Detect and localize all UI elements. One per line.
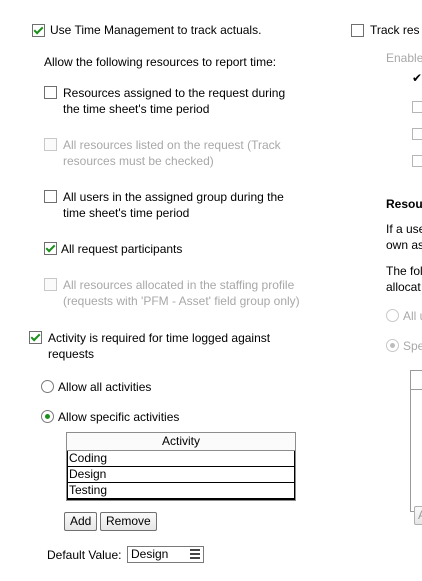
all-resources-allocated-label-line2: (requests with 'PFM - Asset' field group… — [63, 294, 300, 308]
all-users-assigned-group-checkbox[interactable] — [44, 190, 57, 203]
right-table-header-divider — [411, 389, 422, 390]
right-radio-all — [386, 309, 399, 322]
allow-specific-activities-label: Allow specific activities — [58, 410, 180, 424]
checkmark-icon: ✔ — [412, 71, 422, 85]
use-time-management-label: Use Time Management to track actuals. — [50, 23, 262, 37]
all-resources-allocated-label-line1: All resources allocated in the staffing … — [63, 278, 295, 292]
resources-assigned-label-line1: Resources assigned to the request during — [63, 86, 286, 100]
all-request-participants-checkbox[interactable] — [44, 242, 57, 255]
allow-all-activities-label: Allow all activities — [58, 380, 152, 394]
all-resources-listed-label-line2: resources must be checked) — [63, 154, 214, 168]
activity-required-label-line2: requests — [48, 347, 95, 361]
right-activity-table — [410, 370, 422, 512]
right-checkbox-2[interactable] — [412, 128, 422, 140]
right-add-button: A — [414, 506, 422, 525]
right-text-line1: If a use — [386, 222, 422, 236]
all-resources-listed-checkbox — [44, 138, 57, 151]
activity-required-checkbox[interactable] — [29, 331, 42, 344]
resources-assigned-checkbox[interactable] — [44, 86, 57, 99]
table-row[interactable]: Testing — [67, 483, 295, 500]
right-radio-specific-label: Spe — [403, 339, 422, 353]
right-radio-specific — [386, 339, 399, 352]
table-row[interactable]: Coding — [67, 451, 295, 467]
track-resources-label: Track res — [370, 23, 420, 37]
allow-all-activities-radio[interactable] — [41, 380, 54, 393]
all-users-assigned-group-label-line2: time sheet's time period — [63, 206, 190, 220]
track-resources-checkbox[interactable] — [351, 24, 364, 37]
right-checkbox-3[interactable] — [412, 155, 422, 167]
activity-table-header: Activity — [67, 433, 295, 451]
remove-button[interactable]: Remove — [100, 512, 157, 531]
add-button[interactable]: Add — [64, 512, 98, 531]
all-users-assigned-group-label-line1: All users in the assigned group during t… — [63, 190, 284, 204]
allow-specific-activities-radio[interactable] — [41, 410, 54, 423]
allow-resources-heading: Allow the following resources to report … — [44, 55, 277, 69]
all-resources-allocated-checkbox — [44, 278, 57, 291]
use-time-management-checkbox[interactable] — [32, 24, 45, 37]
activity-table: Activity Coding Design Testing — [66, 432, 296, 501]
enable-label: Enable — [386, 51, 422, 65]
default-value-label: Default Value: — [47, 548, 122, 562]
right-text-line3: The fol — [386, 264, 422, 278]
table-row[interactable]: Design — [67, 467, 295, 483]
default-value-text: Design — [131, 547, 169, 561]
resources-assigned-label-line2: the time sheet's time period — [63, 102, 210, 116]
default-value-field[interactable]: Design — [127, 546, 204, 563]
right-radio-all-label: All u — [403, 309, 422, 323]
lookup-list-icon[interactable] — [188, 548, 202, 561]
right-checkbox-1[interactable] — [412, 101, 422, 113]
right-text-line4: allocat — [386, 280, 421, 294]
all-resources-listed-label-line1: All resources listed on the request (Tra… — [63, 138, 281, 152]
activity-required-label-line1: Activity is required for time logged aga… — [48, 331, 271, 345]
resource-section-heading: Resou — [386, 197, 422, 211]
all-request-participants-label: All request participants — [61, 242, 183, 256]
right-text-line2: own as — [386, 238, 422, 252]
